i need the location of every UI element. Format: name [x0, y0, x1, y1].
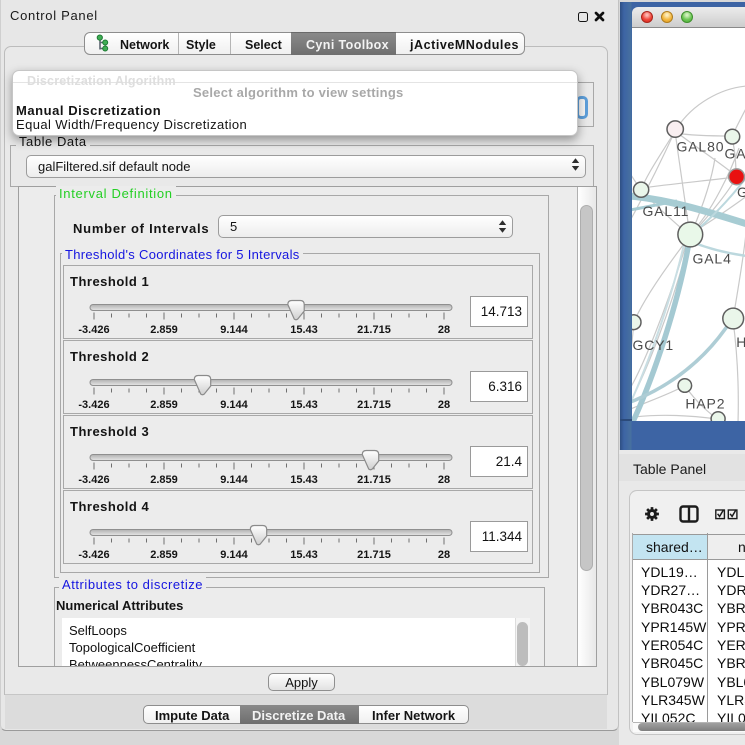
svg-text:GAL80: GAL80 [677, 139, 725, 155]
svg-text:H: H [736, 334, 745, 350]
svg-text:GA: GA [725, 146, 745, 162]
svg-text:GCY1: GCY1 [633, 337, 675, 353]
svg-text:G: G [737, 184, 745, 200]
svg-text:HAP2: HAP2 [685, 396, 725, 412]
svg-text:GAL11: GAL11 [643, 203, 690, 219]
svg-text:GAL4: GAL4 [693, 251, 732, 267]
